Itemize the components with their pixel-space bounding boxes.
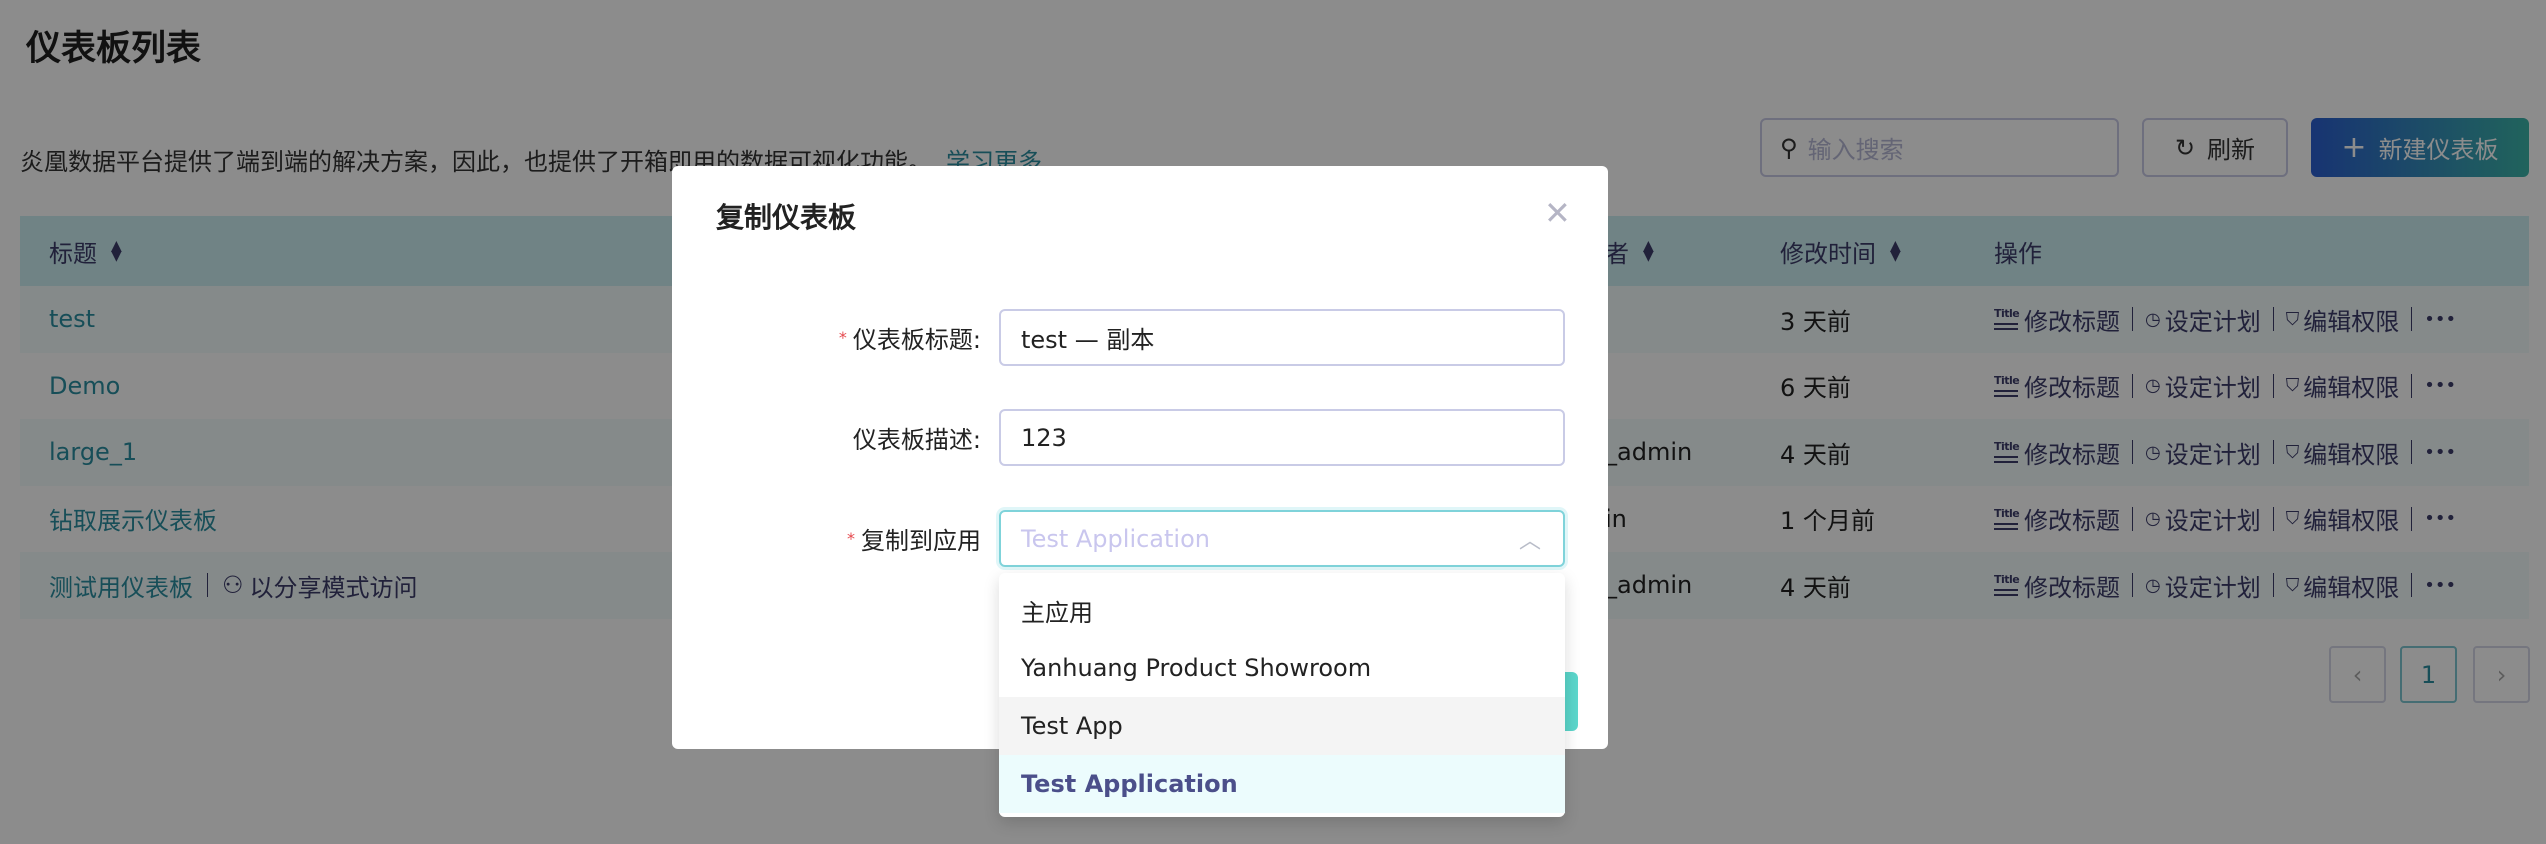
- required-mark: *: [838, 328, 847, 347]
- select-value: Test Application: [1021, 524, 1210, 553]
- title-label-text: 仪表板标题:: [852, 326, 981, 354]
- option-yanhuang-showroom[interactable]: Yanhuang Product Showroom: [999, 639, 1565, 697]
- app-label: * 复制到应用: [672, 510, 981, 567]
- title-label: * 仪表板标题:: [672, 309, 981, 366]
- modal-title: 复制仪表板: [716, 201, 857, 234]
- chevron-up-icon: ︿: [1518, 528, 1541, 554]
- dashboard-description-input[interactable]: 123: [999, 409, 1565, 466]
- app-label-text: 复制到应用: [861, 527, 981, 555]
- option-test-application[interactable]: Test Application: [999, 755, 1565, 813]
- target-app-select[interactable]: Test Application ︿: [999, 510, 1565, 567]
- required-mark: *: [847, 529, 855, 548]
- close-icon[interactable]: ✕: [1544, 194, 1571, 232]
- app-dropdown: 主应用 Yanhuang Product Showroom Test App T…: [999, 573, 1565, 817]
- option-main-app[interactable]: 主应用: [999, 581, 1565, 639]
- option-test-app[interactable]: Test App: [999, 697, 1565, 755]
- dashboard-title-input[interactable]: test — 副本: [999, 309, 1565, 366]
- desc-label: 仪表板描述:: [852, 426, 981, 454]
